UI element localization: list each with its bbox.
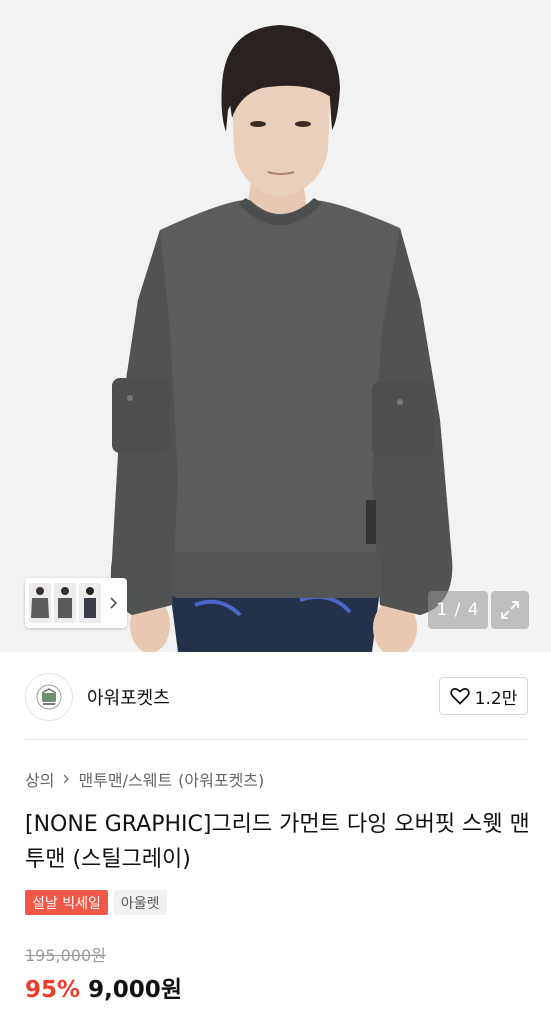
breadcrumb-subcategory[interactable]: 맨투맨/스웨트 [78, 767, 172, 791]
thumbnail[interactable] [79, 583, 101, 623]
sale-price: 9,000원 [88, 977, 182, 1003]
expand-button[interactable] [491, 591, 529, 629]
breadcrumb: 상의 맨투맨/스웨트 (아워포켓츠) [25, 767, 264, 791]
sale-badge: 설날 빅세일 [25, 890, 108, 915]
like-count: 1.2만 [474, 688, 518, 709]
discount-rate: 95% [25, 977, 81, 1003]
breadcrumb-brand[interactable]: (아워포켓츠) [178, 767, 264, 791]
like-button[interactable]: 1.2만 [439, 677, 528, 715]
original-price: 195,000원 [25, 946, 106, 965]
product-title: [NONE GRAPHIC]그리드 가먼트 다잉 오버핏 스웻 맨투맨 (스틸그… [25, 812, 530, 872]
outlet-badge: 아울렛 [113, 890, 167, 915]
breadcrumb-category[interactable]: 상의 [25, 767, 54, 791]
price-row: 95% 9,000원 [25, 970, 182, 1004]
thumbnail-strip[interactable] [25, 578, 127, 628]
divider [25, 739, 527, 740]
expand-icon [501, 601, 519, 619]
thumbnail[interactable] [29, 583, 51, 623]
thumbnail[interactable] [54, 583, 76, 623]
image-counter: 1 / 4 [428, 591, 488, 629]
brand-logo-icon [36, 684, 62, 710]
model-photo [0, 0, 551, 652]
brand-logo[interactable] [25, 673, 73, 721]
brand-name[interactable]: 아워포켓츠 [87, 684, 170, 710]
badge-group: 설날 빅세일 아울렛 [25, 890, 167, 915]
chevron-right-icon[interactable] [106, 596, 120, 610]
chevron-right-icon [63, 774, 70, 784]
heart-icon [449, 688, 470, 705]
product-image[interactable]: 1 / 4 [0, 0, 551, 652]
brand-row: 아워포켓츠 1.2만 [0, 652, 551, 740]
